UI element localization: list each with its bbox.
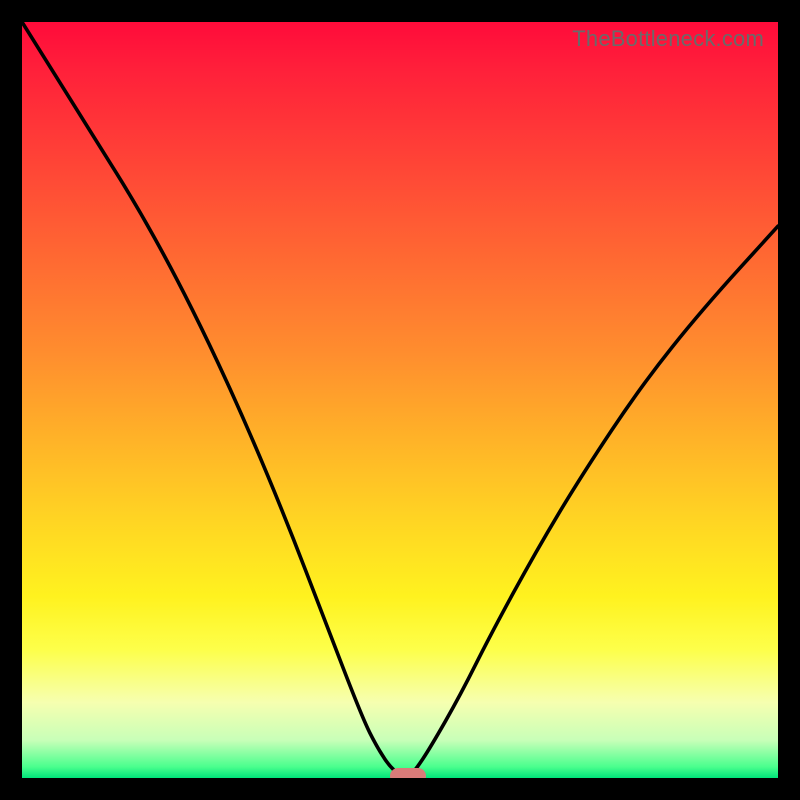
chart-frame: TheBottleneck.com: [0, 0, 800, 800]
optimal-point-marker: [390, 768, 426, 778]
bottleneck-curve: [22, 22, 778, 778]
plot-area: TheBottleneck.com: [22, 22, 778, 778]
watermark-text: TheBottleneck.com: [572, 26, 764, 52]
